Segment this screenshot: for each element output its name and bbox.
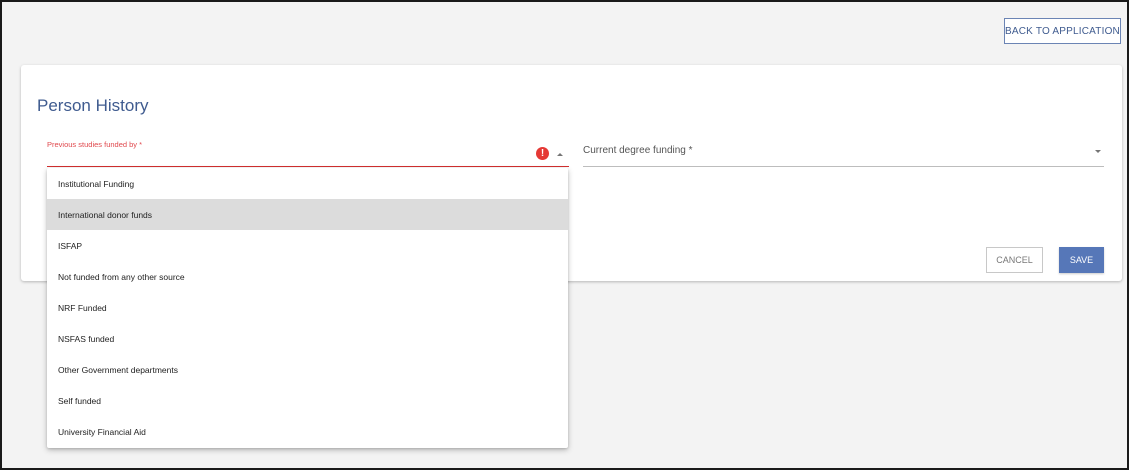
previous-studies-funded-label: Previous studies funded by * [47,140,143,149]
save-button[interactable]: SAVE [1059,247,1104,273]
previous-funding-options-list: Institutional Funding International donor… [47,168,568,448]
dropdown-option[interactable]: Other Government departments [47,354,568,385]
current-degree-funding-select[interactable]: Current degree funding * [583,135,1104,167]
previous-studies-funded-select[interactable]: Previous studies funded by * ! [47,135,569,167]
dropdown-option[interactable]: ISFAP [47,230,568,261]
dropdown-option[interactable]: Self funded [47,385,568,416]
chevron-down-icon[interactable] [1095,150,1101,153]
app-window: BACK TO APPLICATION Person History Previ… [0,0,1129,470]
back-to-application-button[interactable]: BACK TO APPLICATION [1004,18,1121,44]
dropdown-option[interactable]: International donor funds [47,199,568,230]
dropdown-option[interactable]: NSFAS funded [47,323,568,354]
cancel-button[interactable]: CANCEL [986,247,1043,273]
current-degree-funding-label: Current degree funding * [583,145,693,156]
dropdown-option[interactable]: NRF Funded [47,292,568,323]
error-icon: ! [536,147,549,160]
page-title: Person History [37,96,149,115]
chevron-up-icon[interactable] [557,153,563,156]
dropdown-option[interactable]: Institutional Funding [47,168,568,199]
dropdown-option[interactable]: Not funded from any other source [47,261,568,292]
dropdown-option[interactable]: University Financial Aid [47,416,568,447]
